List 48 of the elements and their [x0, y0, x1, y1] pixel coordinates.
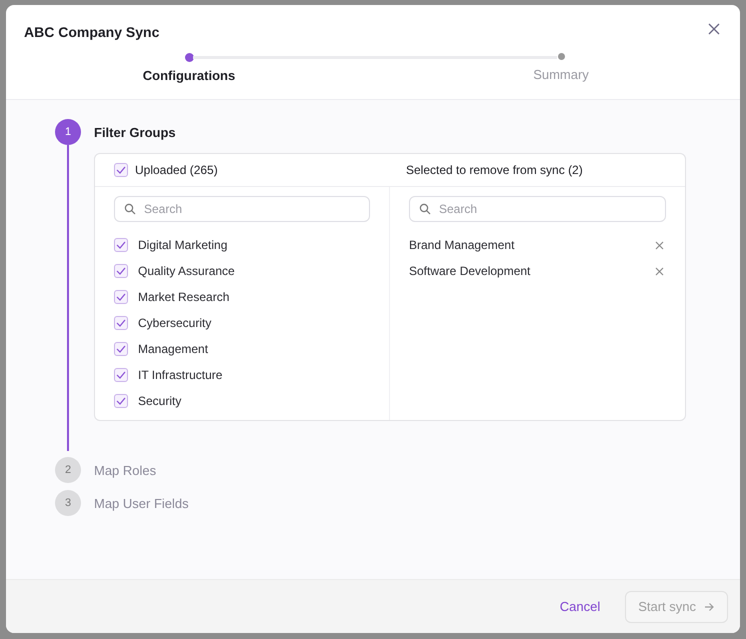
close-icon — [708, 23, 720, 35]
checkbox[interactable] — [114, 368, 128, 382]
progress-step-label[interactable]: Summary — [533, 67, 589, 82]
cancel-button[interactable]: Cancel — [560, 599, 600, 614]
step-number: 1 — [55, 119, 81, 145]
column-heading: Uploaded (265) — [135, 163, 218, 177]
step-title[interactable]: Map User Fields — [94, 496, 740, 511]
close-icon — [655, 266, 664, 276]
group-name: Security — [138, 394, 182, 408]
column-heading: Selected to remove from sync (2) — [406, 163, 583, 177]
checkbox[interactable] — [114, 238, 128, 252]
checkbox[interactable] — [114, 342, 128, 356]
remove-button[interactable] — [655, 240, 664, 250]
check-icon — [116, 319, 126, 327]
checkbox[interactable] — [114, 163, 128, 177]
checkbox[interactable] — [114, 264, 128, 278]
group-name: Management — [138, 342, 208, 356]
group-name: IT Infrastructure — [138, 368, 222, 382]
dialog-title: ABC Company Sync — [24, 24, 160, 40]
checkbox[interactable] — [114, 290, 128, 304]
check-icon — [116, 293, 126, 301]
checkbox[interactable] — [114, 394, 128, 408]
group-name: Cybersecurity — [138, 316, 212, 330]
check-icon — [116, 345, 126, 353]
close-icon — [655, 240, 664, 250]
check-icon — [116, 397, 126, 405]
search-icon — [419, 203, 431, 215]
check-icon — [116, 267, 126, 275]
step-title[interactable]: Filter Groups — [94, 125, 740, 140]
close-button[interactable] — [708, 23, 720, 35]
check-icon — [116, 166, 126, 174]
check-icon — [116, 371, 126, 379]
group-name: Brand Management — [409, 238, 514, 252]
search-icon — [124, 203, 136, 215]
remove-button[interactable] — [655, 266, 664, 276]
search-field[interactable]: Search — [114, 196, 370, 222]
check-icon — [116, 241, 126, 249]
group-name: Quality Assurance — [138, 264, 235, 278]
search-field[interactable]: Search — [409, 196, 666, 222]
step-number: 2 — [55, 457, 81, 483]
progress-step-label[interactable]: Configurations — [142, 68, 236, 83]
group-name: Market Research — [138, 290, 230, 304]
group-name: Software Development — [409, 264, 530, 278]
checkbox[interactable] — [114, 316, 128, 330]
group-name: Digital Marketing — [138, 238, 228, 252]
step-number: 3 — [55, 490, 81, 516]
step-title[interactable]: Map Roles — [94, 463, 740, 478]
arrow-icon — [704, 602, 715, 612]
